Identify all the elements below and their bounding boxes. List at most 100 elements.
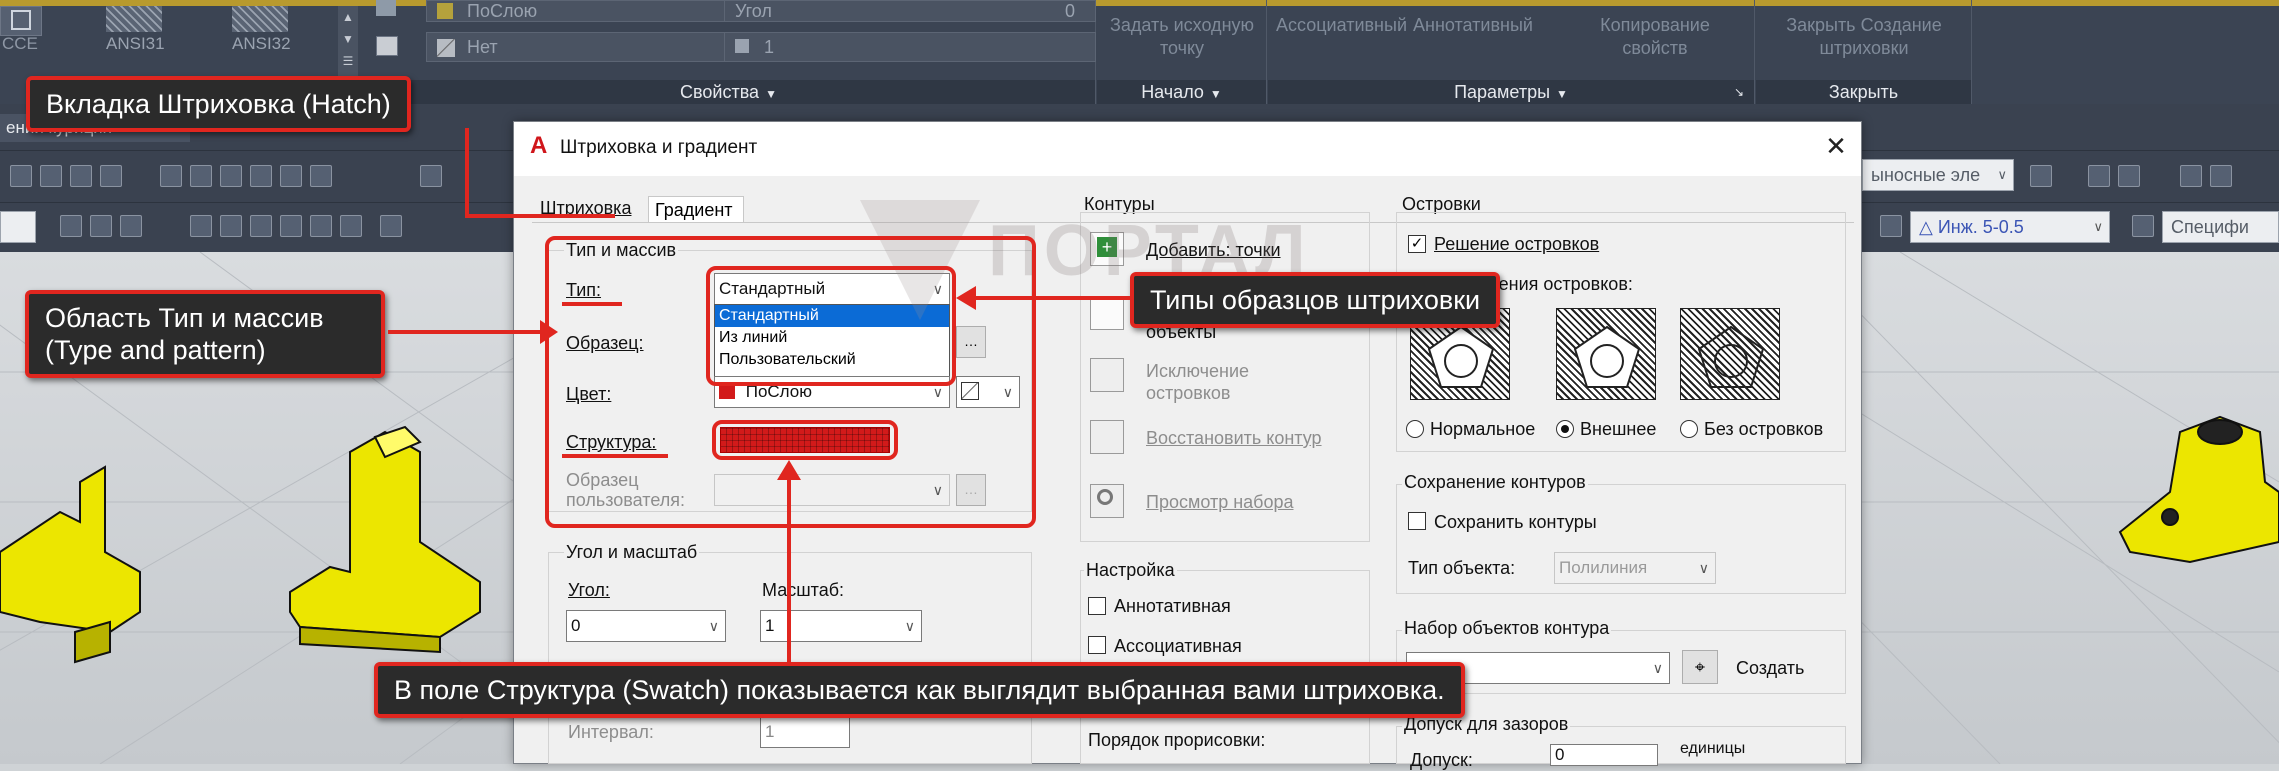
- layer-merge-icon[interactable]: [340, 215, 362, 237]
- sheet-set-icon[interactable]: [250, 165, 272, 187]
- ribbon-section-properties[interactable]: Свойства ▼: [362, 80, 1095, 104]
- ribbon-section-options[interactable]: Параметры ▼ ↘: [1268, 80, 1754, 104]
- background-color-value: Нет: [467, 37, 498, 57]
- recreate-boundary-label[interactable]: Восстановить контур: [1146, 428, 1322, 449]
- callout-pattern-types: Типы образцов штриховки: [1130, 272, 1501, 328]
- dimension-style-dropdown[interactable]: △ Инж. 5-0.5 ∨: [1910, 211, 2110, 243]
- layer-freeze-icon[interactable]: [250, 215, 272, 237]
- connector-hatch-tab-h: [465, 214, 615, 218]
- pan-icon[interactable]: [10, 165, 32, 187]
- multileader-style-dropdown[interactable]: ыносные эле ∨: [1862, 159, 2014, 191]
- chevron-down-icon: ∨: [904, 618, 915, 634]
- layer-icon[interactable]: [60, 215, 82, 237]
- angle-select[interactable]: 0 ∨: [566, 610, 726, 642]
- angle-field[interactable]: Угол 0: [724, 0, 1096, 22]
- scale-field[interactable]: 1: [724, 32, 1096, 62]
- retain-boundaries-checkbox[interactable]: [1408, 512, 1426, 530]
- gap-tolerance-units: единицы: [1680, 740, 1746, 757]
- close-icon[interactable]: ✕: [1823, 133, 1849, 159]
- magnifier-icon: [1097, 489, 1113, 505]
- help-icon[interactable]: [420, 165, 442, 187]
- align-leaders-icon[interactable]: [2180, 165, 2202, 187]
- chevron-down-icon: ∨: [1698, 560, 1709, 576]
- pattern-thumb-solid[interactable]: [0, 6, 42, 36]
- table-style-dropdown[interactable]: Специфи: [2162, 211, 2279, 243]
- layer-lock-icon[interactable]: [280, 215, 302, 237]
- gap-tolerance-label: Допуск:: [1410, 750, 1473, 770]
- close-hatch-button[interactable]: Закрыть Создание штриховки: [1764, 14, 1964, 60]
- zoom-icon[interactable]: [40, 165, 62, 187]
- layer-walk-icon[interactable]: [380, 215, 402, 237]
- island-normal-radio[interactable]: [1406, 420, 1424, 438]
- properties-icon[interactable]: [160, 165, 182, 187]
- island-outer-preview-icon[interactable]: [1556, 308, 1656, 400]
- zoom-previous-icon[interactable]: [100, 165, 122, 187]
- table-style-icon[interactable]: [2132, 215, 2154, 237]
- underline-type-label: [562, 302, 622, 306]
- multileader-icon[interactable]: [2030, 165, 2052, 187]
- pattern-thumb-ansi31[interactable]: [106, 6, 162, 32]
- section-options-label: Параметры: [1454, 82, 1551, 102]
- layer-color-field[interactable]: ПоСлою: [426, 0, 766, 22]
- new-boundary-set-button[interactable]: ⌖: [1682, 650, 1718, 684]
- gap-tolerance-input[interactable]: 0: [1550, 744, 1658, 766]
- add-leader-icon[interactable]: [2088, 165, 2110, 187]
- retain-boundaries-label: Сохранить контуры: [1434, 512, 1597, 532]
- associative-checkbox[interactable]: [1088, 636, 1106, 654]
- arrow-head-icon: [956, 286, 976, 310]
- scale-value: 1: [764, 37, 775, 57]
- connector-pattern-types: [972, 296, 1132, 300]
- background-color-field[interactable]: Нет: [426, 32, 766, 62]
- scale-select[interactable]: 1 ∨: [760, 610, 922, 642]
- island-outer-label: Внешнее: [1580, 419, 1657, 439]
- match-properties-button[interactable]: Копирование свойств: [1590, 14, 1720, 60]
- layer-match-icon[interactable]: [120, 215, 142, 237]
- ribbon-panel-options: Ассоциативный Аннотативный Копирование с…: [1268, 0, 1755, 104]
- island-detection-checkbox[interactable]: ✓: [1408, 235, 1426, 253]
- chevron-down-icon: ▼: [1556, 87, 1568, 101]
- angle-select-value: 0: [571, 616, 581, 635]
- tab-gradient[interactable]: Градиент: [648, 196, 744, 222]
- layer-isolate-icon[interactable]: [220, 215, 242, 237]
- model-part-1: [0, 465, 141, 664]
- angle-label: Угол: [735, 1, 772, 21]
- connector-hatch-tab-v: [465, 128, 469, 218]
- remove-leader-icon[interactable]: [2118, 165, 2140, 187]
- dim-style-icon[interactable]: [1880, 215, 1902, 237]
- crosshair-icon: ⌖: [1694, 657, 1706, 677]
- view-selections-label[interactable]: Просмотр набора: [1146, 492, 1294, 513]
- gap-tolerance-value: 0: [1555, 745, 1565, 764]
- recreate-boundary-icon[interactable]: [1090, 420, 1124, 454]
- annotative-button[interactable]: Аннотативный: [1408, 14, 1538, 37]
- layer-dropdown[interactable]: [0, 211, 36, 243]
- associative-button[interactable]: Ассоциативный: [1276, 14, 1407, 37]
- autocad-logo-icon: A: [530, 132, 548, 159]
- spacing-input[interactable]: 1: [760, 716, 850, 748]
- pattern-thumb-ansi32[interactable]: [232, 6, 288, 32]
- annotative-label: Аннотативная: [1114, 596, 1231, 616]
- arrow-head-icon: [777, 460, 801, 480]
- layer-off-icon[interactable]: [190, 215, 212, 237]
- background-icon: [376, 36, 398, 56]
- calculator-icon[interactable]: [310, 165, 332, 187]
- object-type-select[interactable]: Полилиния ∨: [1554, 552, 1716, 584]
- island-outer-radio[interactable]: [1556, 420, 1574, 438]
- design-center-icon[interactable]: [190, 165, 212, 187]
- annotative-checkbox[interactable]: [1088, 597, 1106, 615]
- collect-leaders-icon[interactable]: [2210, 165, 2232, 187]
- boundary-set-title: Набор объектов контура: [1402, 618, 1612, 639]
- section-origin-label: Начало: [1141, 82, 1204, 102]
- zoom-window-icon[interactable]: [70, 165, 92, 187]
- island-ignore-radio[interactable]: [1680, 420, 1698, 438]
- ribbon-section-origin[interactable]: Начало ▼: [1097, 80, 1266, 104]
- markup-icon[interactable]: [280, 165, 302, 187]
- layer-unlock-icon[interactable]: [310, 215, 332, 237]
- gallery-scroll[interactable]: ▲ ▼ ☰: [338, 6, 358, 80]
- layer-prev-icon[interactable]: [90, 215, 112, 237]
- pattern-gallery[interactable]: CCE ANSI31 ANSI32: [0, 6, 335, 80]
- island-ignore-preview-icon[interactable]: [1680, 308, 1780, 400]
- view-selections-icon[interactable]: [1090, 484, 1124, 518]
- angle-label: Угол:: [568, 580, 610, 600]
- set-origin-button[interactable]: Задать исходную точку: [1105, 14, 1259, 60]
- tool-palettes-icon[interactable]: [220, 165, 242, 187]
